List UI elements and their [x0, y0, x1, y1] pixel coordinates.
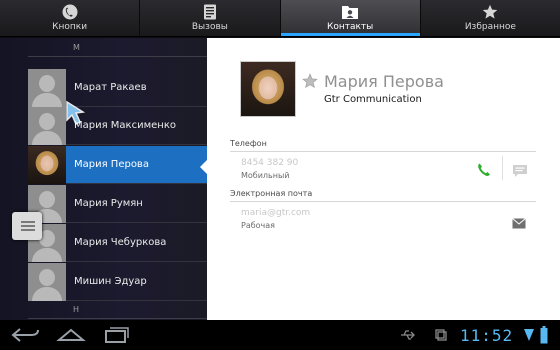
battery-icon	[538, 325, 550, 345]
list-item[interactable]: Мария Чебуркова	[28, 223, 207, 262]
avatar	[28, 68, 66, 107]
avatar	[28, 106, 66, 145]
tab-contacts[interactable]: Контакты	[280, 0, 421, 36]
tab-bar: Кнопки Вызовы Контакты Избранное	[0, 0, 560, 37]
contact-name: Мария Максименко	[74, 120, 176, 131]
clock[interactable]: 11:52	[460, 326, 513, 345]
contact-detail-pane: Мария Перова Gtr Communication Телефон 8…	[207, 38, 560, 320]
list-item[interactable]: Мария Максименко	[28, 106, 207, 145]
tab-calls[interactable]: Вызовы	[140, 0, 281, 36]
back-icon[interactable]	[10, 325, 42, 345]
system-bar: 11:52	[0, 320, 560, 350]
touch-cursor-icon	[64, 100, 86, 128]
favorite-star-icon[interactable]	[302, 73, 318, 89]
phone-type: Мобильный	[241, 171, 290, 180]
section-letter: М	[73, 43, 80, 52]
call-icon[interactable]	[476, 162, 492, 178]
contact-name: Марат Ракаев	[74, 82, 147, 93]
contact-name: Мишин Эдуар	[74, 276, 147, 287]
email-section-header: Электронная почта	[230, 189, 536, 202]
list-item[interactable]: Мишин Эдуар	[28, 262, 207, 301]
list-item-selected[interactable]: Мария Перова	[28, 145, 207, 184]
contact-list[interactable]: М Марат Ракаев Мария Максименко Мария Пе…	[0, 38, 207, 320]
avatar	[28, 262, 66, 301]
tab-label: Избранное	[464, 22, 516, 32]
section-letter: Н	[73, 305, 80, 314]
tab-label: Контакты	[326, 22, 374, 32]
selection-pointer	[200, 160, 207, 174]
avatar-photo	[28, 145, 66, 184]
contact-full-name: Мария Перова	[324, 72, 444, 91]
tab-label: Вызовы	[191, 22, 228, 32]
fast-scroll-handle[interactable]	[12, 212, 42, 240]
call-log-icon	[203, 4, 217, 20]
email-address[interactable]: maria@gtr.com	[241, 208, 310, 218]
list-item[interactable]: Мария Румян	[28, 184, 207, 223]
section-header: Н	[28, 302, 207, 319]
recent-apps-icon[interactable]	[100, 325, 132, 345]
contact-name: Мария Перова	[74, 159, 149, 170]
section-header: М	[28, 40, 207, 57]
usb-icon	[398, 325, 418, 345]
contact-name: Мария Чебуркова	[74, 237, 167, 248]
phone-section-header: Телефон	[230, 139, 536, 152]
contact-photo[interactable]	[240, 61, 296, 117]
list-item[interactable]: Марат Ракаев	[28, 68, 207, 107]
tab-dialpad[interactable]: Кнопки	[0, 0, 141, 36]
email-type: Рабочая	[241, 221, 275, 230]
contacts-folder-icon	[341, 4, 359, 20]
star-icon	[482, 4, 498, 20]
sms-icon[interactable]	[512, 163, 528, 177]
home-icon[interactable]	[55, 325, 87, 345]
divider	[502, 156, 503, 180]
tab-label: Кнопки	[52, 22, 88, 32]
wifi-signal-icon	[522, 325, 536, 345]
notification-icon[interactable]	[433, 325, 449, 345]
mail-icon[interactable]	[512, 214, 526, 229]
tab-favorites[interactable]: Избранное	[421, 0, 560, 36]
contact-name: Мария Румян	[74, 198, 143, 209]
contact-company: Gtr Communication	[324, 94, 422, 105]
phone-number[interactable]: 8454 382 90	[241, 158, 298, 168]
phone-icon	[62, 4, 78, 20]
